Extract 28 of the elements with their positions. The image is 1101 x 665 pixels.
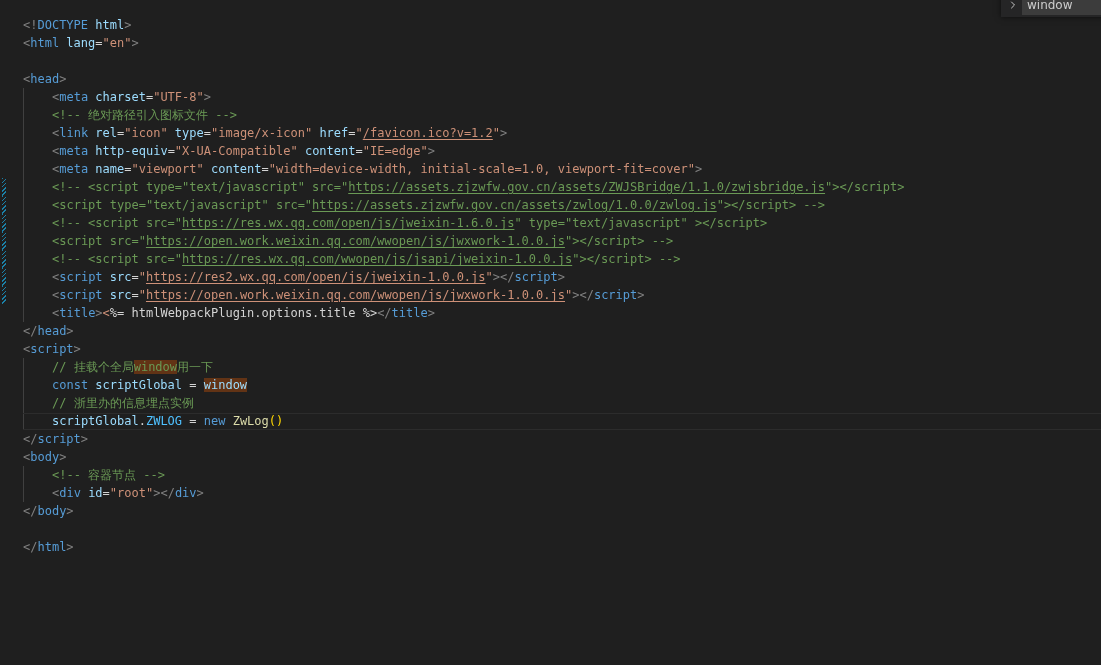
code-line: <script src="https://res2.wx.qq.com/open/js/jweixin-1.0.0.js"></script> xyxy=(52,269,566,286)
code-line: <meta charset="UTF-8"> xyxy=(52,89,211,106)
code-line: <script src="https://open.work.weixin.qq.com/wwopen/js/jwxwork-1.0.0.js"></script> --> xyxy=(52,233,674,250)
code-line: </body> xyxy=(23,503,74,520)
code-line: <script src="https://open.work.weixin.qq.com/wwopen/js/jwxwork-1.0.0.js"></script> xyxy=(52,287,645,304)
code-line: <!-- 绝对路径引入图标文件 --> xyxy=(52,107,238,124)
code-line: // 浙里办的信息埋点实例 xyxy=(52,395,194,412)
code-line: <link rel="icon" type="image/x-icon" href="/favicon.ico?v=1.2"> xyxy=(52,125,508,142)
code-line: scriptGlobal.ZWLOG = new ZwLog() xyxy=(52,413,284,430)
code-line: <div id="root"></div> xyxy=(52,485,204,502)
code-line: <script> xyxy=(23,341,81,358)
code-line: <!-- <script type="text/javascript" src="https://assets.zjzwfw.gov.cn/assets/ZWJSBridge/1.1.0/zwjsbridge.js"></script> xyxy=(52,179,905,196)
code-line: const scriptGlobal = window xyxy=(52,377,248,394)
code-line: <!-- <script src="https://res.wx.qq.com/open/js/jweixin-1.6.0.js" type="text/javascript" ></script> xyxy=(52,215,768,232)
code-line: <html lang="en"> xyxy=(23,35,139,52)
code-line: <!-- <script src="https://res.wx.qq.com/wwopen/js/jsapi/jweixin-1.0.0.js"></script> --> xyxy=(52,251,681,268)
code-line: <meta name="viewport" content="width=device-width, initial-scale=1.0, viewport-fit=cover"> xyxy=(52,161,703,178)
code-line: </html> xyxy=(23,539,74,556)
find-input[interactable]: window xyxy=(1022,0,1101,15)
code-line: <!DOCTYPE html> xyxy=(23,17,132,34)
code-line: <!-- 容器节点 --> xyxy=(52,467,166,484)
code-line: <title><%= htmlWebpackPlugin.options.title %></title> xyxy=(52,305,435,322)
code-line: <head> xyxy=(23,71,67,88)
code-line: </script> xyxy=(23,431,89,448)
code-line: <meta http-equiv="X-UA-Compatible" content="IE=edge"> xyxy=(52,143,435,160)
code-line: </head> xyxy=(23,323,74,340)
code-line: <script type="text/javascript" src="https://assets.zjzwfw.gov.cn/assets/zwlog/1.0.0/zwlog.js"></script> --> xyxy=(52,197,826,214)
code-line: <body> xyxy=(23,449,67,466)
